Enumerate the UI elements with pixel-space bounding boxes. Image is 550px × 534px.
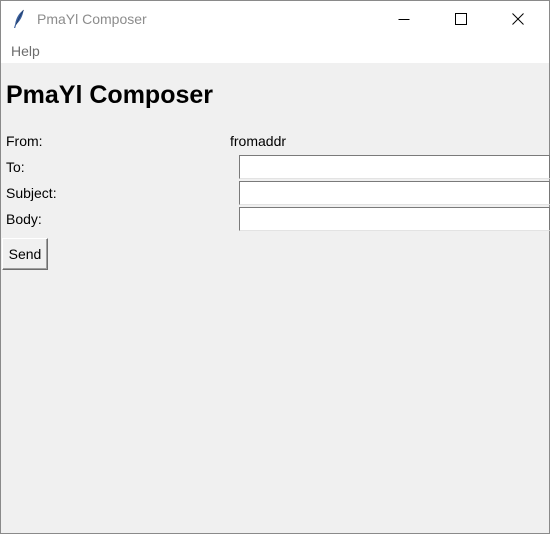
maximize-icon bbox=[455, 12, 467, 28]
to-label: To: bbox=[6, 159, 25, 175]
title-bar[interactable]: PmaYl Composer bbox=[1, 1, 549, 39]
menu-bar: Help bbox=[1, 39, 549, 63]
close-button[interactable] bbox=[495, 1, 541, 39]
from-address-value: fromaddr bbox=[230, 133, 287, 149]
body-input[interactable] bbox=[239, 207, 550, 231]
page-title: PmaYl Composer bbox=[6, 81, 214, 109]
window-title: PmaYl Composer bbox=[37, 11, 147, 27]
app-window: PmaYl Composer Help PmaYl Composer From:… bbox=[0, 0, 550, 534]
subject-label: Subject: bbox=[6, 185, 57, 201]
minimize-icon bbox=[398, 12, 410, 28]
close-icon bbox=[512, 12, 524, 28]
to-input[interactable] bbox=[239, 155, 550, 179]
subject-input[interactable] bbox=[239, 181, 550, 205]
body-label: Body: bbox=[6, 211, 42, 227]
menu-help[interactable]: Help bbox=[11, 43, 40, 59]
maximize-button[interactable] bbox=[438, 1, 484, 39]
from-label: From: bbox=[6, 133, 43, 149]
send-button[interactable]: Send bbox=[2, 238, 48, 270]
minimize-button[interactable] bbox=[381, 1, 427, 39]
feather-icon bbox=[11, 9, 27, 29]
